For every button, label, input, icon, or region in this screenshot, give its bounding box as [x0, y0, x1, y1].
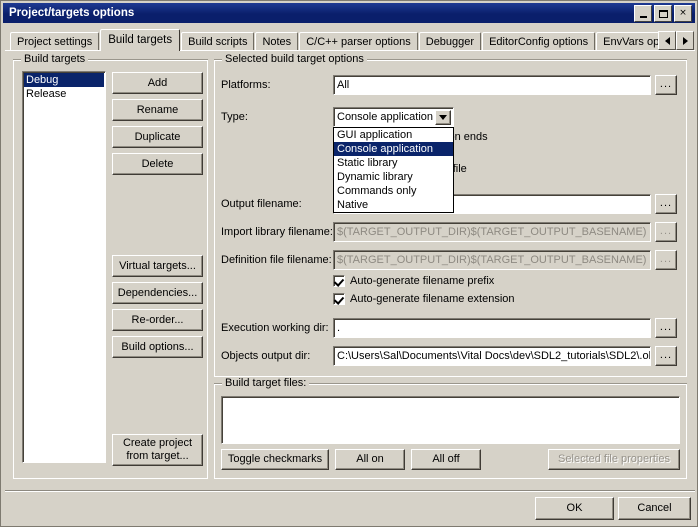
import-library-filename-field[interactable]: $(TARGET_OUTPUT_DIR)$(TARGET_OUTPUT_BASE… — [333, 222, 651, 242]
execution-working-dir-field[interactable]: . — [333, 318, 651, 338]
tab-build-targets[interactable]: Build targets — [100, 29, 181, 51]
virtual-targets-button[interactable]: Virtual targets... — [112, 255, 203, 277]
tab-project-settings[interactable]: Project settings — [10, 32, 100, 51]
type-dropdown-list[interactable]: GUI application Console application Stat… — [333, 127, 454, 213]
definition-file-filename-label: Definition file filename: — [221, 254, 332, 266]
list-item-debug[interactable]: Debug — [24, 73, 104, 87]
list-item-release[interactable]: Release — [24, 87, 104, 101]
objects-output-dir-browse-button[interactable]: ... — [655, 346, 677, 366]
auto-generate-filename-prefix-checkbox-box[interactable] — [333, 275, 345, 287]
add-button[interactable]: Add — [112, 72, 203, 94]
build-options-button[interactable]: Build options... — [112, 336, 203, 358]
build-target-files-group-title: Build target files: — [222, 377, 310, 389]
tab-scroll-buttons — [658, 31, 694, 50]
tab-page-build-targets: Build targets Debug Release Add Rename D… — [5, 51, 695, 486]
import-library-filename-browse-button[interactable]: ... — [655, 222, 677, 242]
scroll-right-icon — [682, 36, 688, 45]
bottom-separator — [5, 490, 695, 492]
duplicate-button[interactable]: Duplicate — [112, 126, 203, 148]
type-combobox[interactable]: Console application — [333, 107, 454, 127]
tab-scroll-left-button[interactable] — [658, 31, 676, 50]
auto-generate-filename-prefix-checkbox[interactable]: Auto-generate filename prefix — [333, 275, 494, 287]
objects-output-dir-label: Objects output dir: — [221, 350, 311, 362]
type-combobox-arrow-button[interactable] — [435, 110, 451, 125]
option-gui-application[interactable]: GUI application — [334, 128, 453, 142]
definition-file-filename-field[interactable]: $(TARGET_OUTPUT_DIR)$(TARGET_OUTPUT_BASE… — [333, 250, 651, 270]
build-target-files-listbox[interactable] — [221, 396, 680, 444]
all-off-button[interactable]: All off — [411, 449, 481, 470]
type-combobox-value: Console application — [337, 111, 434, 123]
build-targets-group-title: Build targets — [21, 53, 89, 65]
build-targets-listbox[interactable]: Debug Release — [22, 71, 106, 463]
option-console-application[interactable]: Console application — [334, 142, 453, 156]
all-on-button[interactable]: All on — [335, 449, 405, 470]
platforms-label: Platforms: — [221, 79, 271, 91]
toggle-checkmarks-button[interactable]: Toggle checkmarks — [221, 449, 329, 470]
objects-output-dir-field[interactable]: C:\Users\Sal\Documents\Vital Docs\dev\SD… — [333, 346, 651, 366]
execution-working-dir-label: Execution working dir: — [221, 322, 329, 334]
tab-debugger[interactable]: Debugger — [418, 32, 482, 51]
tab-build-scripts[interactable]: Build scripts — [181, 32, 255, 51]
window-title: Project/targets options — [9, 7, 135, 19]
close-button[interactable]: × — [674, 5, 692, 22]
tab-editorconfig-options[interactable]: EditorConfig options — [482, 32, 596, 51]
delete-button[interactable]: Delete — [112, 153, 203, 175]
dialog-window: Project/targets options × Project settin… — [0, 0, 698, 527]
option-dynamic-library[interactable]: Dynamic library — [334, 170, 453, 184]
ok-button[interactable]: OK — [535, 497, 614, 520]
platforms-field[interactable]: All — [333, 75, 651, 95]
output-filename-browse-button[interactable]: ... — [655, 194, 677, 214]
create-project-from-target-button[interactable]: Create project from target... — [112, 434, 203, 466]
title-bar: Project/targets options × — [3, 3, 695, 23]
caption-button-group: × — [634, 5, 692, 22]
chevron-down-icon — [439, 115, 447, 120]
rename-button[interactable]: Rename — [112, 99, 203, 121]
import-library-filename-label: Import library filename: — [221, 226, 333, 238]
option-commands-only[interactable]: Commands only — [334, 184, 453, 198]
auto-generate-filename-extension-checkbox-box[interactable] — [333, 293, 345, 305]
tab-list: Project settings Build targets Build scr… — [10, 29, 690, 51]
output-filename-label: Output filename: — [221, 198, 302, 210]
definition-file-filename-browse-button[interactable]: ... — [655, 250, 677, 270]
option-native[interactable]: Native — [334, 198, 453, 212]
type-label: Type: — [221, 111, 248, 123]
minimize-icon — [635, 6, 651, 21]
execution-working-dir-browse-button[interactable]: ... — [655, 318, 677, 338]
maximize-icon — [655, 6, 671, 21]
maximize-button[interactable] — [654, 5, 672, 22]
close-icon: × — [679, 8, 687, 18]
platforms-browse-button[interactable]: ... — [655, 75, 677, 95]
auto-generate-filename-extension-label: Auto-generate filename extension — [350, 293, 515, 305]
reorder-button[interactable]: Re-order... — [112, 309, 203, 331]
selected-target-options-group-title: Selected build target options — [222, 53, 367, 65]
auto-generate-filename-extension-checkbox[interactable]: Auto-generate filename extension — [333, 293, 515, 305]
auto-generate-filename-prefix-label: Auto-generate filename prefix — [350, 275, 495, 287]
scroll-left-icon — [664, 36, 670, 45]
tab-bar: Project settings Build targets Build scr… — [5, 29, 695, 51]
minimize-button[interactable] — [634, 5, 652, 22]
option-static-library[interactable]: Static library — [334, 156, 453, 170]
cancel-button[interactable]: Cancel — [618, 497, 691, 520]
tab-cpp-parser-options[interactable]: C/C++ parser options — [299, 32, 418, 51]
tab-scroll-right-button[interactable] — [676, 31, 694, 50]
dependencies-button[interactable]: Dependencies... — [112, 282, 203, 304]
selected-file-properties-button[interactable]: Selected file properties — [548, 449, 680, 470]
tab-notes[interactable]: Notes — [255, 32, 299, 51]
